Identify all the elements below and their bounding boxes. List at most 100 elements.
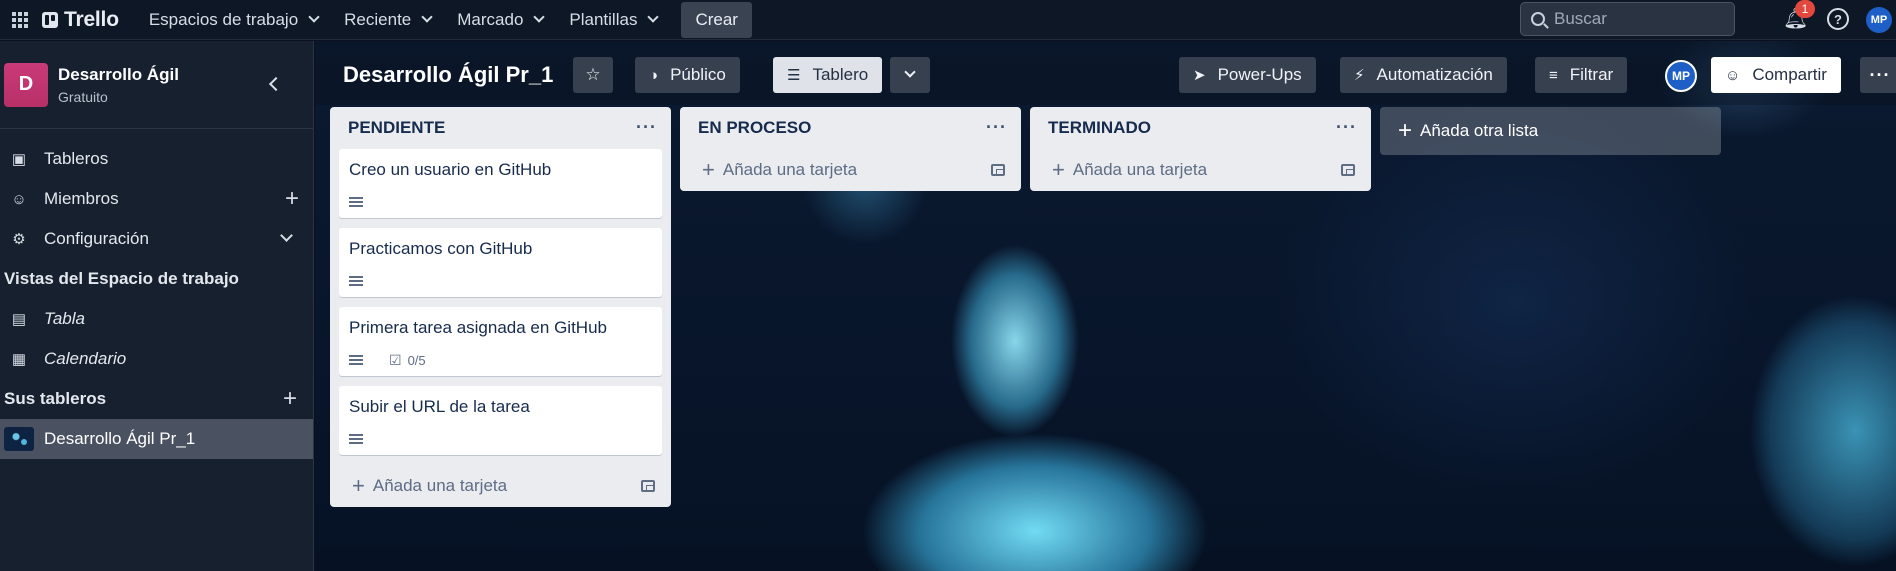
- card[interactable]: Subir el URL de la tarea: [339, 386, 662, 455]
- sidebar-item-boards[interactable]: ▣ Tableros: [0, 139, 313, 179]
- calendar-icon: ▦: [11, 351, 27, 368]
- nav-templates-label: Plantillas: [569, 9, 638, 29]
- sidebar-item-label: Configuración: [44, 229, 149, 248]
- share-button[interactable]: ☺ Compartir: [1711, 57, 1841, 93]
- notification-count-badge: 1: [1795, 0, 1815, 18]
- list-menu-icon[interactable]: ···: [1336, 117, 1357, 138]
- list-header[interactable]: TERMINADO ···: [1030, 107, 1371, 149]
- plus-icon: +: [1052, 157, 1065, 182]
- automation-button[interactable]: ⚡︎ Automatización: [1340, 57, 1507, 93]
- chevron-down-icon: [308, 11, 320, 23]
- board-thumbnail: [4, 427, 34, 451]
- lightning-icon: ⚡︎: [1354, 67, 1365, 84]
- top-navigation-bar: Trello Espacios de trabajo Reciente Marc…: [0, 0, 1896, 40]
- checklist-count: 0/5: [407, 352, 426, 368]
- nav-workspaces[interactable]: Espacios de trabajo: [139, 4, 328, 36]
- chevron-down-icon: [904, 66, 916, 78]
- sidebar-item-table[interactable]: ▤ Tabla: [0, 299, 313, 339]
- add-card-button[interactable]: + Añada una tarjeta: [680, 149, 1021, 191]
- card-title: Practicamos con GitHub: [349, 239, 533, 258]
- star-icon: ☆: [585, 65, 601, 84]
- visibility-button[interactable]: ◑ Público: [635, 57, 740, 93]
- chevron-down-icon: [421, 11, 433, 23]
- trello-logo-text: Trello: [64, 7, 119, 31]
- card[interactable]: Primera tarea asignada en GitHub ☑ 0/5: [339, 307, 662, 376]
- workspace-name: Desarrollo Ágil: [58, 64, 179, 84]
- list-en-proceso: EN PROCESO ··· + Añada una tarjeta: [680, 107, 1021, 191]
- sidebar-item-calendar[interactable]: ▦ Calendario: [0, 339, 313, 379]
- add-list-button[interactable]: + Añada otra lista: [1380, 107, 1721, 155]
- list-pendiente: PENDIENTE ··· Creo un usuario en GitHub …: [330, 107, 671, 507]
- share-label: Compartir: [1752, 65, 1827, 84]
- powerups-label: Power-Ups: [1217, 65, 1302, 84]
- card[interactable]: Practicamos con GitHub: [339, 228, 662, 297]
- board-canvas: Desarrollo Ágil Pr_1 ☆ ◑ Público ☰ Table…: [315, 41, 1896, 571]
- nav-starred-label: Marcado: [457, 9, 524, 29]
- globe-icon: ◑: [649, 66, 659, 84]
- add-card-button[interactable]: + Añada una tarjeta: [330, 465, 671, 507]
- sidebar-item-label: Tabla: [44, 309, 85, 328]
- table-icon: ▤: [11, 311, 27, 328]
- board-menu-button[interactable]: ···: [1860, 57, 1896, 93]
- user-avatar[interactable]: MP: [1866, 7, 1892, 33]
- view-switcher-button[interactable]: [890, 57, 930, 93]
- plus-icon: +: [1398, 117, 1413, 144]
- search-input[interactable]: [1554, 9, 1724, 29]
- chevron-down-icon[interactable]: [280, 229, 293, 242]
- help-icon[interactable]: ?: [1827, 8, 1849, 30]
- collapse-sidebar-icon[interactable]: [268, 76, 284, 92]
- filter-label: Filtrar: [1569, 65, 1614, 84]
- notifications-button[interactable]: 🔔︎ 1: [1783, 0, 1815, 32]
- your-boards-heading: Sus tableros +: [0, 379, 313, 419]
- trello-logo[interactable]: Trello: [42, 8, 119, 32]
- add-member-icon[interactable]: +: [285, 185, 299, 213]
- sidebar-item-members[interactable]: ☺ Miembros +: [0, 179, 313, 219]
- sidebar-item-settings[interactable]: ⚙ Configuración: [0, 219, 313, 259]
- description-icon: [349, 276, 363, 286]
- search-box[interactable]: [1520, 2, 1735, 36]
- board-member-avatar[interactable]: MP: [1665, 60, 1697, 92]
- board-view-icon: ☰: [787, 67, 801, 84]
- filter-button[interactable]: ≡ Filtrar: [1535, 57, 1628, 93]
- list-title: EN PROCESO: [698, 118, 812, 137]
- add-card-label: Añada una tarjeta: [1072, 160, 1208, 179]
- add-card-button[interactable]: + Añada una tarjeta: [1030, 149, 1371, 191]
- create-button[interactable]: Crear: [681, 1, 752, 38]
- description-icon: [349, 355, 363, 365]
- card-template-icon[interactable]: [641, 480, 655, 492]
- nav-workspaces-label: Espacios de trabajo: [148, 9, 299, 29]
- card-title: Creo un usuario en GitHub: [349, 160, 552, 179]
- workspace-sidebar: D Desarrollo Ágil Gratuito ▣ Tableros ☺ …: [0, 41, 314, 571]
- list-menu-icon[interactable]: ···: [636, 117, 657, 138]
- star-board-button[interactable]: ☆: [573, 57, 613, 93]
- nav-templates[interactable]: Plantillas: [559, 4, 667, 36]
- list-header[interactable]: EN PROCESO ···: [680, 107, 1021, 149]
- description-icon: [349, 434, 363, 444]
- nav-starred[interactable]: Marcado: [447, 4, 553, 36]
- card-template-icon[interactable]: [991, 164, 1005, 176]
- search-icon: [1531, 12, 1545, 26]
- sidebar-item-label: Calendario: [44, 349, 127, 368]
- list-terminado: TERMINADO ··· + Añada una tarjeta: [1030, 107, 1371, 191]
- list-title: TERMINADO: [1048, 118, 1151, 137]
- your-boards-title: Sus tableros: [4, 389, 107, 408]
- card-template-icon[interactable]: [1341, 164, 1355, 176]
- more-dots-icon: ···: [1869, 64, 1891, 85]
- powerups-button[interactable]: ➤ Power-Ups: [1179, 57, 1316, 93]
- workspace-views-title: Vistas del Espacio de trabajo: [4, 269, 239, 288]
- nav-recent[interactable]: Reciente: [334, 4, 441, 36]
- board-view-button[interactable]: ☰ Tablero: [773, 57, 883, 93]
- sidebar-board-desarrollo-agil[interactable]: Desarrollo Ágil Pr_1: [0, 419, 313, 459]
- sidebar-item-label: Miembros: [44, 189, 119, 208]
- workspace-header: D Desarrollo Ágil Gratuito: [0, 41, 313, 129]
- list-header[interactable]: PENDIENTE ···: [330, 107, 671, 149]
- card[interactable]: Creo un usuario en GitHub: [339, 149, 662, 218]
- list-menu-icon[interactable]: ···: [986, 117, 1007, 138]
- chevron-down-icon: [647, 11, 660, 23]
- rocket-icon: ➤: [1193, 67, 1206, 84]
- add-card-label: Añada una tarjeta: [372, 476, 508, 495]
- board-title[interactable]: Desarrollo Ágil Pr_1: [343, 62, 553, 88]
- filter-icon: ≡: [1549, 66, 1558, 84]
- add-board-icon[interactable]: +: [283, 385, 297, 413]
- app-switcher-icon[interactable]: [6, 6, 34, 34]
